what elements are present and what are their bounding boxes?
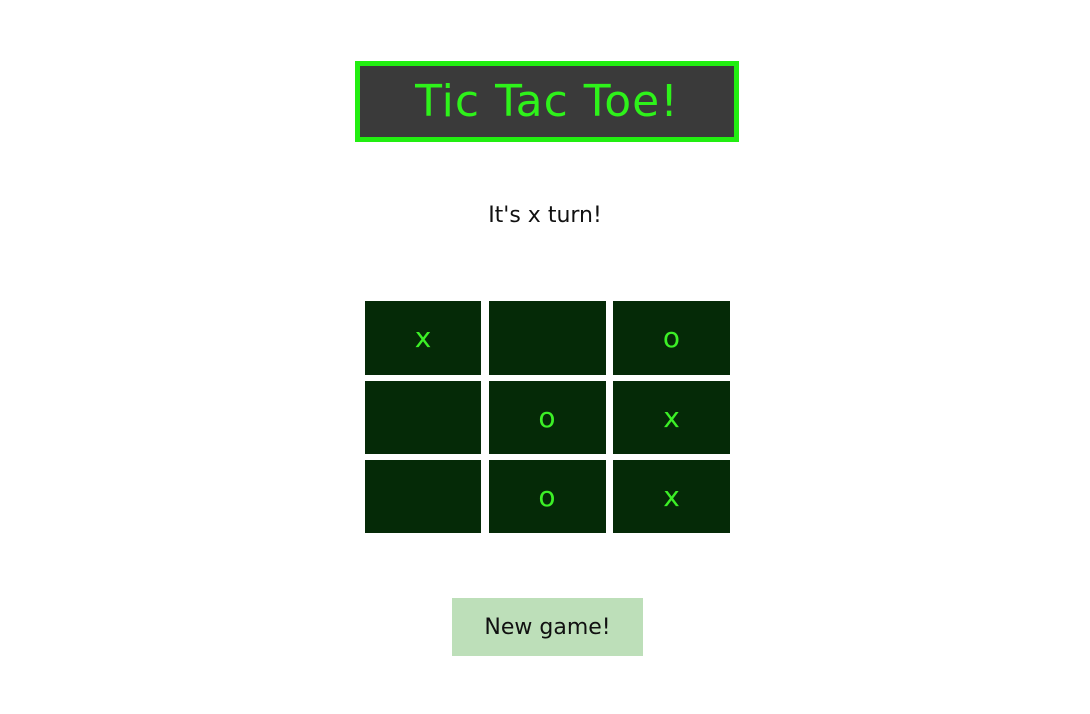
board-cell-4[interactable]: [365, 381, 481, 454]
new-game-button[interactable]: New game!: [452, 598, 643, 656]
board-cell-5[interactable]: o: [488, 381, 606, 454]
page-title: Tic Tac Toe!: [415, 75, 679, 127]
board-cell-8[interactable]: o: [488, 460, 606, 533]
board-cell-9[interactable]: x: [613, 460, 730, 533]
board-cell-6[interactable]: x: [613, 381, 730, 454]
turn-status: It's x turn!: [488, 203, 602, 228]
board-cell-2[interactable]: [488, 301, 606, 375]
board-cell-3[interactable]: o: [613, 301, 730, 375]
board-cell-7[interactable]: [365, 460, 481, 533]
title-banner: Tic Tac Toe!: [355, 61, 739, 142]
board-cell-1[interactable]: x: [365, 301, 481, 375]
game-page: Tic Tac Toe! It's x turn! x o o x o x Ne…: [0, 0, 1090, 714]
game-board: x o o x o x: [365, 301, 730, 533]
